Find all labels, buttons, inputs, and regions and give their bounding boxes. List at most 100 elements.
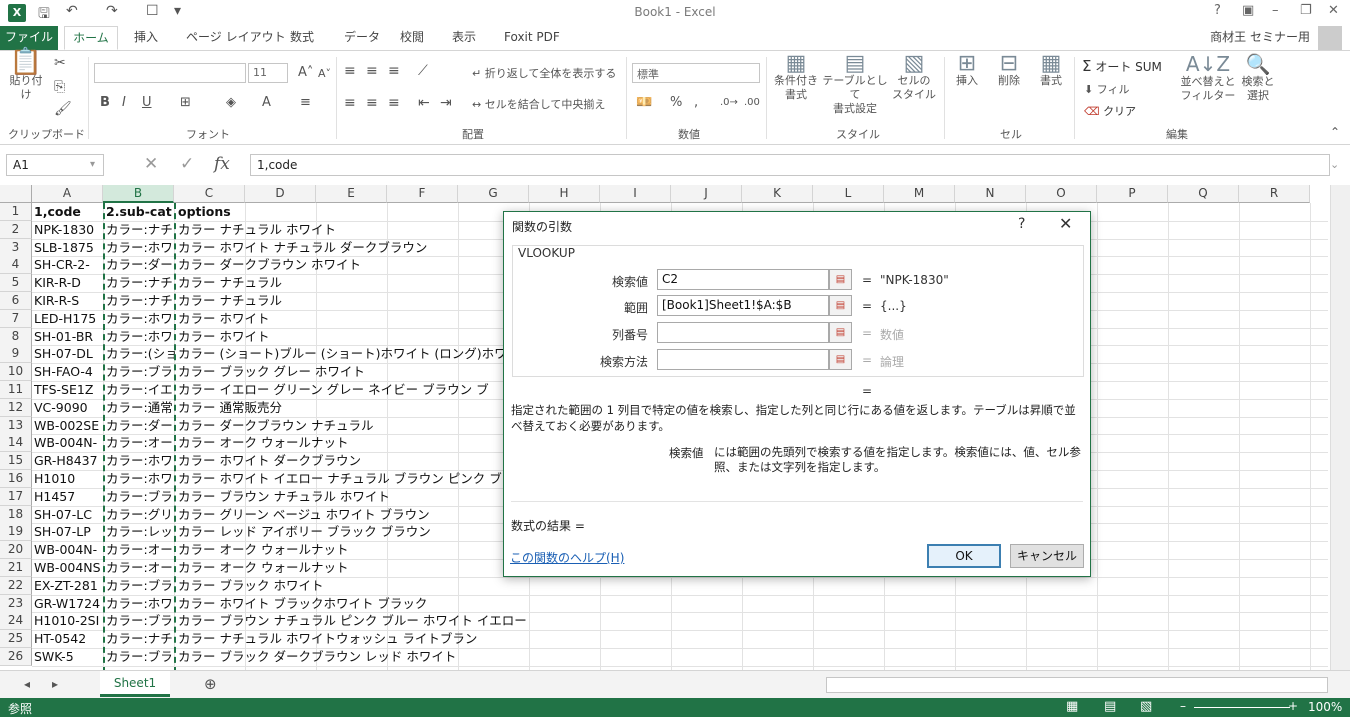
increase-indent-icon[interactable]: ⇥ (440, 95, 452, 111)
row-header[interactable]: 8 (0, 327, 32, 346)
currency-icon[interactable]: 💴 (636, 95, 652, 110)
column-header[interactable]: Q (1168, 185, 1239, 203)
row-header[interactable]: 17 (0, 487, 32, 506)
row-header[interactable]: 12 (0, 398, 32, 417)
column-header[interactable]: O (1026, 185, 1097, 203)
col-index-input[interactable] (657, 322, 829, 343)
zoom-level[interactable]: 100% (1308, 700, 1342, 714)
row-header[interactable]: 21 (0, 559, 32, 577)
cell-a[interactable]: GR-H8437 (32, 452, 103, 470)
column-header[interactable]: P (1097, 185, 1168, 203)
row-header[interactable]: 1 (0, 203, 32, 221)
row-header[interactable]: 13 (0, 416, 32, 435)
function-help-link[interactable]: この関数のヘルプ(H) (510, 549, 624, 566)
collapse-ribbon-icon[interactable]: ⌃ (1330, 125, 1340, 139)
range-lookup-input[interactable] (657, 349, 829, 370)
select-all-corner[interactable] (0, 185, 32, 203)
cell-a[interactable]: TFS-SE1Z (32, 381, 103, 399)
column-header[interactable]: L (813, 185, 884, 203)
align-top-icon[interactable]: ≡ (344, 63, 356, 79)
merge-center-button[interactable]: ↔ セルを結合して中央揃え (472, 96, 605, 112)
autosum-button[interactable]: Σ オート SUM (1082, 57, 1162, 75)
row-header[interactable]: 6 (0, 292, 32, 310)
cell-c[interactable]: カラー ブラウン ナチュラル ピンク ブルー ホワイト イエロー (176, 612, 1076, 630)
insert-function-icon[interactable]: fx (214, 154, 230, 174)
delete-cells-button[interactable]: ⊟ 削除 (992, 53, 1026, 88)
cell-a[interactable]: EX-ZT-281 (32, 577, 103, 595)
align-right-icon[interactable]: ≡ (388, 95, 400, 111)
help-icon[interactable]: ? (1214, 3, 1221, 18)
number-format-select[interactable]: 標準 (632, 63, 760, 83)
sort-filter-button[interactable]: A↓Z 並べ替えと フィルター (1178, 54, 1238, 103)
cell-a[interactable]: NPK-1830 (32, 221, 103, 239)
cell-a[interactable]: SWK-5 (32, 648, 103, 666)
column-header[interactable]: G (458, 185, 529, 203)
column-header[interactable]: C (174, 185, 245, 203)
prev-sheet-icon[interactable]: ◂ (24, 677, 30, 691)
paste-button[interactable]: 📋 貼り付け (6, 49, 46, 102)
row-header[interactable]: 26 (0, 648, 32, 666)
row-header[interactable]: 9 (0, 345, 32, 364)
cell-a[interactable]: WB-004N- (32, 541, 103, 559)
tab-page-layout[interactable]: ページ レイアウト (182, 26, 290, 50)
zoom-in-icon[interactable]: + (1288, 699, 1298, 713)
collapse-dialog-icon[interactable]: ▤ (829, 322, 852, 343)
cell-c[interactable]: カラー ナチュラル ホワイトウォッシュ ライトブラン (176, 630, 1076, 648)
column-header[interactable]: F (387, 185, 458, 203)
tab-data[interactable]: データ (340, 26, 384, 50)
comma-icon[interactable]: , (694, 95, 698, 110)
cell-a[interactable]: SH-01-BR (32, 328, 103, 346)
cell-a[interactable]: 1,code (32, 203, 103, 221)
cancel-formula-icon[interactable]: ✕ (144, 154, 158, 174)
tab-foxit-pdf[interactable]: Foxit PDF (500, 26, 564, 50)
decrease-indent-icon[interactable]: ⇤ (418, 95, 430, 111)
align-bottom-icon[interactable]: ≡ (388, 63, 400, 79)
cut-icon[interactable]: ✂ (54, 55, 66, 71)
bold-icon[interactable]: B (100, 95, 110, 110)
font-size-select[interactable]: 11 (248, 63, 288, 83)
collapse-dialog-icon[interactable]: ▤ (829, 295, 852, 316)
minimize-icon[interactable]: – (1272, 3, 1279, 18)
tab-formulas[interactable]: 数式 (286, 26, 318, 50)
horizontal-scrollbar[interactable] (826, 677, 1328, 693)
row-header[interactable]: 7 (0, 309, 32, 328)
row-header[interactable]: 24 (0, 612, 32, 631)
table-array-input[interactable]: [Book1]Sheet1!$A:$B (657, 295, 829, 316)
row-header[interactable]: 2 (0, 220, 32, 239)
align-center-icon[interactable]: ≡ (366, 95, 378, 111)
collapse-dialog-icon[interactable]: ▤ (829, 269, 852, 290)
grow-font-icon[interactable]: A˄ (298, 65, 313, 80)
underline-icon[interactable]: U (142, 95, 152, 110)
shrink-font-icon[interactable]: A˅ (318, 67, 331, 80)
border-icon[interactable]: ⊞ (180, 95, 191, 110)
name-box-dropdown-icon[interactable]: ▾ (90, 159, 95, 170)
sheet-tab-sheet1[interactable]: Sheet1 (100, 671, 170, 697)
format-painter-icon[interactable]: 🖌 (54, 101, 72, 117)
column-header[interactable]: M (884, 185, 955, 203)
user-name[interactable]: 商材王 セミナー用 (1210, 28, 1310, 45)
column-header[interactable]: D (245, 185, 316, 203)
cell-a[interactable]: GR-W1724 (32, 595, 103, 613)
page-break-view-icon[interactable]: ▧ (1140, 699, 1152, 714)
cell-a[interactable]: SH-FAO-4 (32, 363, 103, 381)
align-middle-icon[interactable]: ≡ (366, 63, 378, 79)
cell-a[interactable]: KIR-R-S (32, 292, 103, 310)
column-header[interactable]: H (529, 185, 600, 203)
ok-button[interactable]: OK (927, 544, 1001, 568)
italic-icon[interactable]: I (122, 95, 126, 110)
increase-decimal-icon[interactable]: .0→ (720, 97, 738, 108)
ribbon-display-icon[interactable]: ▣ (1242, 3, 1254, 18)
cell-c[interactable]: カラー ブラック ダークブラウン レッド ホワイト (176, 648, 1076, 666)
insert-cells-button[interactable]: ⊞ 挿入 (950, 53, 984, 88)
cell-a[interactable]: SH-07-LC (32, 506, 103, 524)
row-header[interactable]: 3 (0, 238, 32, 257)
conditional-format-button[interactable]: ▦ 条件付き 書式 (772, 53, 820, 102)
column-header[interactable]: E (316, 185, 387, 203)
row-header[interactable]: 15 (0, 452, 32, 471)
cell-c[interactable]: カラー ブラック ホワイト (176, 577, 1076, 595)
collapse-dialog-icon[interactable]: ▤ (829, 349, 852, 370)
align-left-icon[interactable]: ≡ (344, 95, 356, 111)
vertical-scrollbar[interactable] (1330, 185, 1350, 670)
cell-a[interactable]: H1010 (32, 470, 103, 488)
cell-a[interactable]: H1457 (32, 488, 103, 506)
